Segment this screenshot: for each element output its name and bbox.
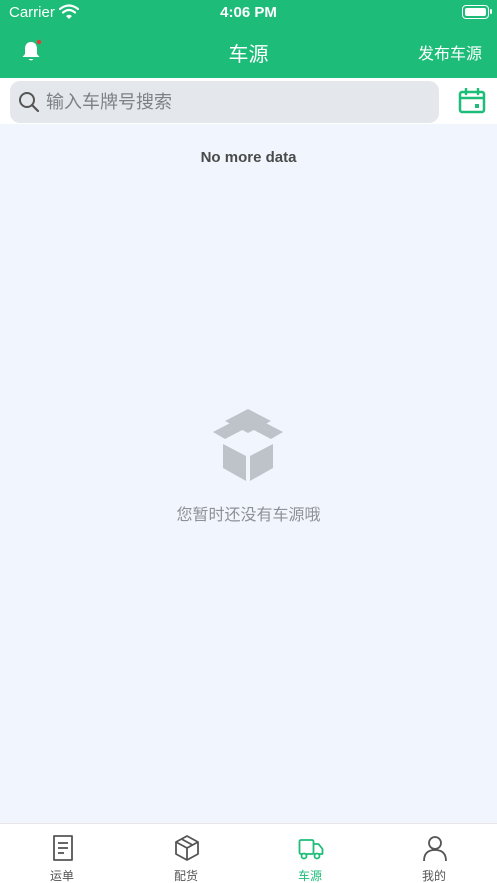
plate-search-input[interactable] xyxy=(46,81,426,123)
status-time: 4:06 PM xyxy=(220,4,277,21)
battery-icon xyxy=(462,5,492,19)
tab-label: 车源 xyxy=(297,869,322,883)
search-bar[interactable] xyxy=(10,81,439,123)
app-header: Carrier 4:06 PM 车源 发布车源 xyxy=(0,0,497,78)
box-icon xyxy=(175,835,199,861)
empty-state-message: 您暂时还没有车源哦 xyxy=(176,505,321,524)
nav-bar: 车源 发布车源 xyxy=(0,26,497,78)
tab-dispatch[interactable]: 配货 xyxy=(124,824,248,883)
tab-label: 配货 xyxy=(173,869,198,883)
tab-waybill[interactable]: 运单 xyxy=(0,824,124,883)
waybill-icon xyxy=(53,835,73,861)
tab-bar: 运单 配货 车源 我的 xyxy=(0,823,497,883)
status-bar: Carrier 4:06 PM xyxy=(0,0,497,26)
calendar-icon[interactable] xyxy=(458,88,486,114)
truck-icon xyxy=(298,839,324,860)
profile-icon xyxy=(423,836,447,862)
list-end-text: No more data xyxy=(200,149,297,166)
tab-profile[interactable]: 我的 xyxy=(372,824,496,883)
tab-label: 我的 xyxy=(421,869,446,883)
publish-vehicle-button[interactable]: 发布车源 xyxy=(418,40,482,64)
tab-label: 运单 xyxy=(49,869,74,883)
search-row xyxy=(0,78,497,124)
empty-box-icon xyxy=(213,409,283,481)
tab-vehicle-source[interactable]: 车源 xyxy=(248,824,372,883)
search-icon xyxy=(19,92,40,113)
